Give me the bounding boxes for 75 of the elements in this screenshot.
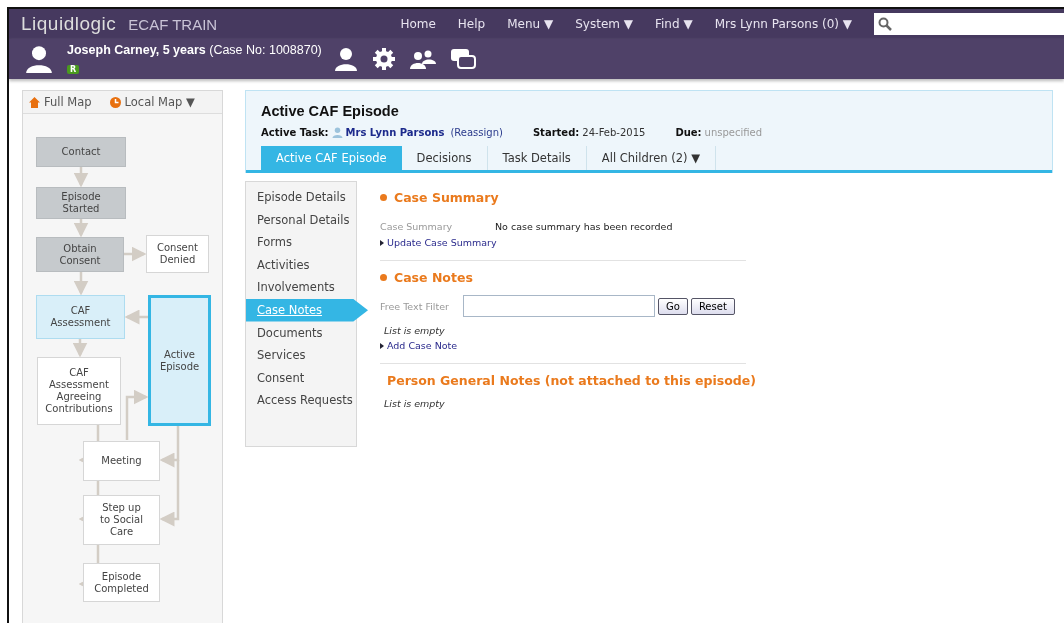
flow-node[interactable]: CAF Assessment [36,295,125,339]
person-avatar-icon[interactable] [25,45,53,73]
nav-link[interactable]: Home [400,17,436,31]
search-icon [878,17,892,31]
filter-button[interactable]: Go [658,297,688,315]
connector-arrow [73,272,89,296]
environment-name: ECAF TRAIN [128,15,219,33]
connector-arrow [124,246,147,262]
field-label: Case Summary [380,221,454,232]
action-link[interactable]: Add Case Note [380,340,746,351]
section-title: Case Notes [394,270,473,285]
clock-icon [109,96,121,108]
flow-node[interactable]: Contact [36,137,126,167]
app-logo: Liquidlogic [21,13,117,35]
tab[interactable]: All Children (2) ▼ [586,146,717,170]
action-link[interactable]: Update Case Summary [380,237,746,248]
section-title: Case Summary [394,190,499,205]
side-nav-item[interactable]: Access Requests [246,389,356,412]
nav-link[interactable]: Menu ▼ [507,17,554,31]
bullet-icon [380,274,387,281]
section-title: Person General Notes (not attached to this episode) [387,373,756,388]
people-icon[interactable] [409,49,436,69]
filter-input[interactable] [463,295,655,317]
connector-arrow [124,309,148,325]
search-field[interactable] [874,13,1064,35]
task-owner-link[interactable]: Mrs Lynn Parsons [345,127,445,138]
flow-node[interactable]: Obtain Consent [36,237,124,272]
reassign-link[interactable]: (Reassign) [450,127,503,138]
flow-node[interactable]: Active Episode [148,295,211,426]
chat-icon[interactable] [449,48,476,70]
side-nav-item[interactable]: Services [246,344,356,367]
triangle-icon [380,239,384,246]
connector-arrow [73,167,89,188]
connector-arrow [72,339,88,358]
flow-node[interactable]: Meeting [83,441,160,481]
triangle-icon [380,342,384,349]
nav-link[interactable]: System ▼ [575,17,633,31]
episode-title: Active CAF Episode [261,103,400,119]
started-date: 24-Feb-2015 [582,127,646,138]
nav-link[interactable]: Mrs Lynn Parsons (0) ▼ [714,17,852,31]
side-nav-item[interactable]: Activities [246,253,356,277]
tab[interactable]: Task Details [487,146,587,170]
flow-node[interactable]: CAF Assessment Agreeing Contributions [37,357,121,425]
side-nav-item[interactable]: Involvements [246,276,356,299]
flow-node[interactable]: Episode Started [36,187,126,219]
nav-link[interactable]: Help [457,17,486,31]
flow-node[interactable]: Consent Denied [146,235,209,273]
flow-node[interactable]: Episode Completed [83,563,160,602]
status-badge: R [67,64,80,74]
settings-icon[interactable] [371,47,396,71]
map-tab[interactable]: Local Map ▼ [109,95,195,109]
tab[interactable]: Decisions [401,146,488,170]
side-nav-item[interactable]: Episode Details [246,186,356,209]
due-label: Due: [675,127,702,138]
person-icon[interactable] [333,47,358,71]
filter-label: Free Text Filter [380,300,450,312]
connector-arrow [125,389,149,440]
home-icon [29,96,40,108]
task-label: Active Task: [261,127,329,138]
side-nav-item[interactable]: Documents [246,321,356,345]
nav-link[interactable]: Find ▼ [655,17,693,31]
flow-node[interactable]: Step up to Social Care [83,495,160,545]
started-label: Started: [532,127,580,138]
side-nav-item[interactable]: Consent [246,366,356,390]
empty-message: List is empty [384,325,446,336]
bullet-icon [380,194,387,201]
due-value: unspecified [704,127,763,138]
patient-name: Joseph Carney, 5 years (Case No: 1008870) [67,42,322,57]
filter-button[interactable]: Reset [690,297,735,315]
connector-arrow [73,219,89,238]
field-value: No case summary has been recorded [495,221,673,232]
side-nav-item[interactable]: Personal Details [246,208,356,232]
side-nav-item[interactable]: Forms [246,231,356,254]
empty-message: List is empty [384,398,446,409]
map-tab[interactable]: Full Map [29,95,92,109]
